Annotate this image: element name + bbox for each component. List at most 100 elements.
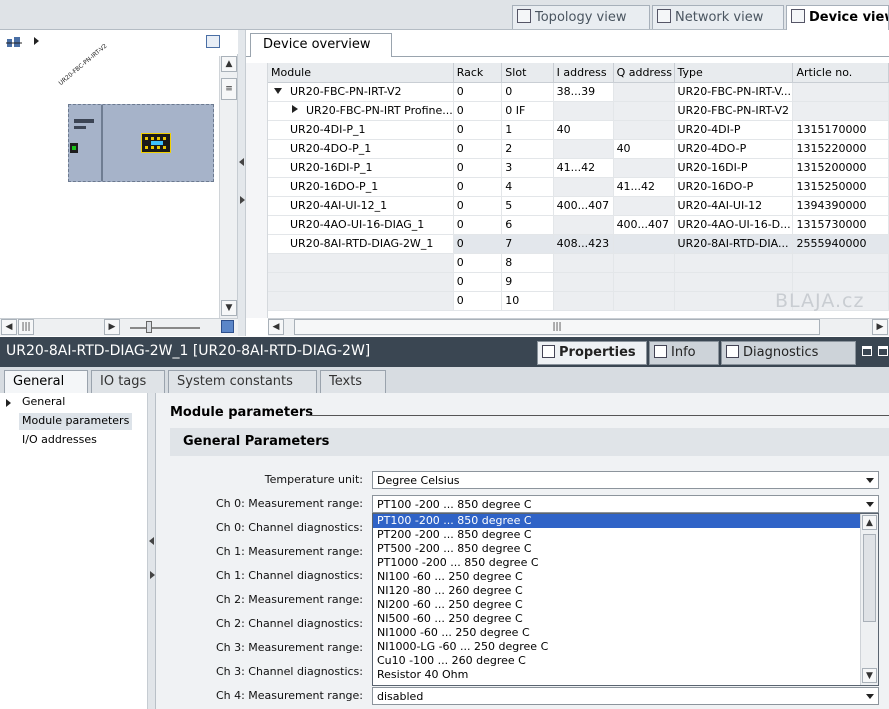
slot-cell[interactable]: 10 <box>501 291 554 311</box>
q-address-cell[interactable] <box>613 158 675 178</box>
module-cell[interactable]: UR20-4AO-UI-16-DIAG_1 <box>268 215 454 235</box>
module-cell[interactable] <box>268 253 454 273</box>
rack-cell[interactable]: 0 <box>453 139 503 159</box>
i-address-cell[interactable] <box>553 215 614 235</box>
table-row[interactable]: UR20-4DI-P_1 0 1 40 UR20-4DI-P 131517000… <box>268 120 889 140</box>
nav-item-io-addresses[interactable]: I/O addresses <box>19 432 100 449</box>
zoom-slider-thumb[interactable] <box>146 321 152 333</box>
rack-cell[interactable]: 0 <box>453 215 503 235</box>
rack-cell[interactable]: 0 <box>453 253 503 273</box>
dropdown-option[interactable]: PT500 -200 ... 850 degree C <box>373 542 878 556</box>
q-address-cell[interactable] <box>613 253 675 273</box>
q-address-cell[interactable] <box>613 101 675 121</box>
dropdown-option[interactable]: Cu10 -100 ... 260 degree C <box>373 654 878 668</box>
graphic-vertical-scrollbar[interactable]: ▲ ≡ ▼ <box>219 56 237 318</box>
subtab-system-constants[interactable]: System constants <box>168 370 317 393</box>
tab-diagnostics[interactable]: Diagnostics <box>721 341 856 365</box>
i-address-cell[interactable] <box>553 253 614 273</box>
q-address-cell[interactable] <box>613 120 675 140</box>
dropdown-scrollbar[interactable]: ▲ ▼ <box>860 514 878 685</box>
subtab-texts[interactable]: Texts <box>320 370 386 393</box>
scroll-right-icon[interactable]: ▶ <box>872 319 888 335</box>
table-row[interactable]: UR20-FBC-PN-IRT-V2 0 0 38...39 UR20-FBC-… <box>268 82 889 102</box>
module-cell[interactable] <box>268 291 454 311</box>
i-address-cell[interactable]: 408...423 <box>553 234 614 254</box>
rack-cell[interactable]: 0 <box>453 291 503 311</box>
scroll-thumb[interactable] <box>863 534 876 622</box>
column-header-type[interactable]: Type <box>674 63 794 83</box>
table-row[interactable]: UR20-4AI-UI-12_1 0 5 400...407 UR20-4AI-… <box>268 196 889 216</box>
slot-cell[interactable]: 1 <box>501 120 554 140</box>
table-row[interactable]: UR20-16DI-P_1 0 3 41...42 UR20-16DI-P 13… <box>268 158 889 178</box>
dropdown-option-selected[interactable]: PT100 -200 ... 850 degree C <box>373 514 878 528</box>
q-address-cell[interactable] <box>613 196 675 216</box>
tab-network-view[interactable]: Network view <box>652 5 784 29</box>
tab-properties[interactable]: Properties <box>537 341 647 365</box>
rack-cell[interactable]: 0 <box>453 158 503 178</box>
article-cell[interactable]: 1394390000 <box>792 196 889 216</box>
collapse-right-icon[interactable] <box>240 196 245 204</box>
tab-device-view[interactable]: Device view <box>786 5 889 31</box>
module-cell[interactable]: UR20-8AI-RTD-DIAG-2W_1 <box>268 234 454 254</box>
dropdown-option[interactable]: NI100 -60 ... 250 degree C <box>373 570 878 584</box>
article-cell[interactable] <box>792 272 889 292</box>
q-address-cell[interactable]: 41...42 <box>613 177 675 197</box>
subtab-io-tags[interactable]: IO tags <box>91 370 165 393</box>
measurement-range-dropdown-list[interactable]: PT100 -200 ... 850 degree C PT200 -200 .… <box>372 513 879 686</box>
ch4-measurement-range-select[interactable]: disabled <box>372 687 879 705</box>
type-cell[interactable]: UR20-4AI-UI-12 <box>674 196 794 216</box>
graphic-horizontal-scrollbar[interactable]: ◀ ||| ▶ <box>0 318 238 336</box>
overview-navigation-icon[interactable] <box>206 35 220 48</box>
scroll-up-icon[interactable]: ▲ <box>221 56 237 72</box>
rack-cell[interactable]: 0 <box>453 272 503 292</box>
article-cell[interactable] <box>792 82 889 102</box>
i-address-cell[interactable]: 400...407 <box>553 196 614 216</box>
module-cell[interactable] <box>268 272 454 292</box>
scroll-left-icon[interactable]: ◀ <box>1 319 17 335</box>
column-header-q-address[interactable]: Q address <box>613 63 675 83</box>
type-cell[interactable] <box>674 253 794 273</box>
scroll-down-icon[interactable]: ▼ <box>221 300 237 316</box>
q-address-cell[interactable]: 40 <box>613 139 675 159</box>
i-address-cell[interactable]: 38...39 <box>553 82 614 102</box>
module-cell[interactable]: UR20-FBC-PN-IRT Profine... <box>268 101 454 121</box>
expand-triangle-icon[interactable] <box>6 399 11 407</box>
column-header-slot[interactable]: Slot <box>501 63 554 83</box>
slot-cell[interactable]: 2 <box>501 139 554 159</box>
nav-splitter[interactable] <box>148 393 156 709</box>
type-cell[interactable]: UR20-FBC-PN-IRT-V... <box>674 82 794 102</box>
table-row[interactable]: 0 9 <box>268 272 889 292</box>
module-cell[interactable]: UR20-4AI-UI-12_1 <box>268 196 454 216</box>
scroll-thumb[interactable]: ||| <box>18 319 34 335</box>
module-cell[interactable]: UR20-FBC-PN-IRT-V2 <box>268 82 454 102</box>
module-cell[interactable]: UR20-4DI-P_1 <box>268 120 454 140</box>
subtab-general[interactable]: General <box>4 370 88 393</box>
dropdown-option[interactable]: NI120 -80 ... 260 degree C <box>373 584 878 598</box>
collapse-left-icon[interactable] <box>239 158 244 166</box>
table-row[interactable]: UR20-FBC-PN-IRT Profine... 0 0 IF UR20-F… <box>268 101 889 121</box>
ch0-measurement-range-select[interactable]: PT100 -200 ... 850 degree C <box>372 495 879 513</box>
slot-cell[interactable]: 5 <box>501 196 554 216</box>
tab-device-overview[interactable]: Device overview <box>250 33 392 57</box>
article-cell[interactable]: 1315170000 <box>792 120 889 140</box>
i-address-cell[interactable]: 41...42 <box>553 158 614 178</box>
nav-item-general[interactable]: General <box>19 394 68 411</box>
expand-triangle-icon[interactable] <box>292 105 298 113</box>
scroll-left-icon[interactable]: ◀ <box>268 319 284 335</box>
collapse-right-icon[interactable] <box>150 571 155 579</box>
type-cell[interactable]: UR20-4DO-P <box>674 139 794 159</box>
table-row[interactable]: UR20-16DO-P_1 0 4 41...42 UR20-16DO-P 13… <box>268 177 889 197</box>
rack-cell[interactable]: 0 <box>453 177 503 197</box>
tab-info[interactable]: Info <box>649 341 719 365</box>
table-row[interactable]: 0 8 <box>268 253 889 273</box>
rack-cell[interactable]: 0 <box>453 120 503 140</box>
article-cell[interactable]: 1315730000 <box>792 215 889 235</box>
collapse-triangle-icon[interactable] <box>274 88 282 94</box>
scroll-up-icon[interactable]: ▲ <box>862 515 877 530</box>
scroll-thumb[interactable]: ≡ <box>221 78 237 100</box>
nav-item-module-parameters[interactable]: Module parameters <box>19 413 133 430</box>
q-address-cell[interactable] <box>613 82 675 102</box>
type-cell[interactable]: UR20-4AO-UI-16-D... <box>674 215 794 235</box>
scroll-down-icon[interactable]: ▼ <box>862 668 877 683</box>
slot-cell[interactable]: 8 <box>501 253 554 273</box>
